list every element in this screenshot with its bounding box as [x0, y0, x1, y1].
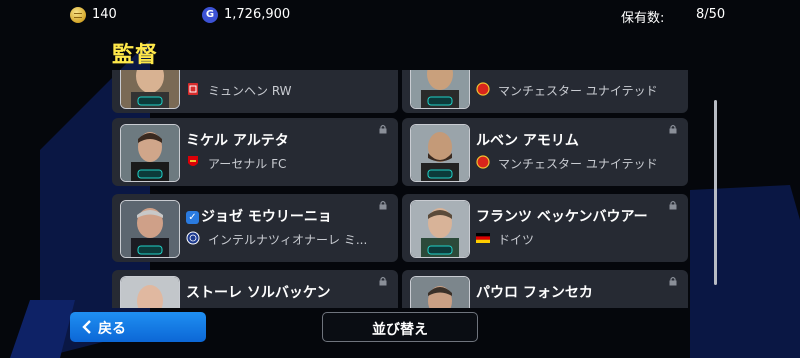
team-name: マンチェスター ユナイテッド — [498, 157, 658, 171]
page-title: 監督 — [112, 43, 159, 68]
back-button-label: 戻る — [98, 321, 126, 337]
back-button[interactable]: 戻る — [70, 312, 206, 342]
manager-name: ルベン アモリム — [476, 133, 579, 149]
team-name: ミュンヘン RW — [208, 84, 292, 98]
manager-card[interactable]: ✓ ジョゼ モウリーニョ インテルナツィオナーレ ミ... — [112, 194, 398, 262]
manager-portrait — [120, 70, 180, 109]
manager-card[interactable]: ルベン アモリム マンチェスター ユナイテッド — [402, 118, 688, 186]
manager-portrait — [410, 124, 470, 182]
inter-badge-icon — [186, 231, 200, 245]
man-utd-badge-icon — [476, 82, 490, 96]
lock-icon — [669, 124, 677, 134]
team-name: インテルナツィオナーレ ミ... — [208, 233, 368, 247]
manager-name-row: ✓ ジョゼ モウリーニョ — [186, 206, 332, 226]
gp-count: 1,726,900 — [224, 7, 291, 22]
manager-card[interactable]: ミュンヘン RW — [112, 70, 398, 113]
munchen-badge-icon — [188, 83, 198, 95]
gp-icon: G — [202, 7, 218, 23]
manager-portrait — [410, 276, 470, 308]
manager-portrait — [410, 70, 470, 109]
manager-portrait — [410, 200, 470, 258]
manager-name: ストーレ ソルバッケン — [186, 285, 331, 301]
possession-label: 保有数: — [621, 11, 665, 26]
germany-flag-icon — [476, 233, 490, 243]
man-utd-badge-icon — [476, 155, 490, 169]
manager-name: フランツ ベッケンバウアー — [476, 209, 648, 225]
manager-portrait — [120, 276, 180, 308]
sort-button-label: 並び替え — [372, 322, 428, 338]
coin-count: 140 — [92, 7, 117, 22]
team-name: マンチェスター ユナイテッド — [498, 84, 658, 98]
list-scrollbar[interactable] — [714, 100, 717, 285]
manager-card[interactable]: ミケル アルテタ アーセナル FC — [112, 118, 398, 186]
manager-name: パウロ フォンセカ — [476, 285, 593, 301]
team-name: アーセナル FC — [208, 157, 287, 171]
lock-icon — [669, 200, 677, 210]
sort-button[interactable]: 並び替え — [322, 312, 478, 342]
manager-name: ミケル アルテタ — [186, 133, 289, 149]
lock-icon — [379, 200, 387, 210]
chevron-left-icon — [82, 320, 91, 334]
team-name: ドイツ — [498, 233, 535, 247]
manager-portrait — [120, 124, 180, 182]
top-status-bar: 140 G 1,726,900 保有数: 8/50 — [0, 0, 800, 30]
manager-card[interactable]: ストーレ ソルバッケン — [112, 270, 398, 308]
possession-value: 8/50 — [696, 7, 726, 22]
coin-icon — [70, 7, 86, 23]
manager-portrait — [120, 200, 180, 258]
manager-card[interactable]: パウロ フォンセカ — [402, 270, 688, 308]
verified-check-icon: ✓ — [186, 211, 199, 224]
manager-name: ジョゼ モウリーニョ — [201, 209, 332, 225]
lock-icon — [669, 276, 677, 286]
lock-icon — [379, 276, 387, 286]
lock-icon — [379, 124, 387, 134]
manager-card[interactable]: マンチェスター ユナイテッド — [402, 70, 688, 113]
manager-list[interactable]: ミュンヘン RW マンチェスター ユナイテッド ミケル アルテタ アーセナル F… — [0, 70, 800, 308]
arsenal-badge-icon — [188, 156, 198, 166]
manager-card[interactable]: フランツ ベッケンバウアー ドイツ — [402, 194, 688, 262]
